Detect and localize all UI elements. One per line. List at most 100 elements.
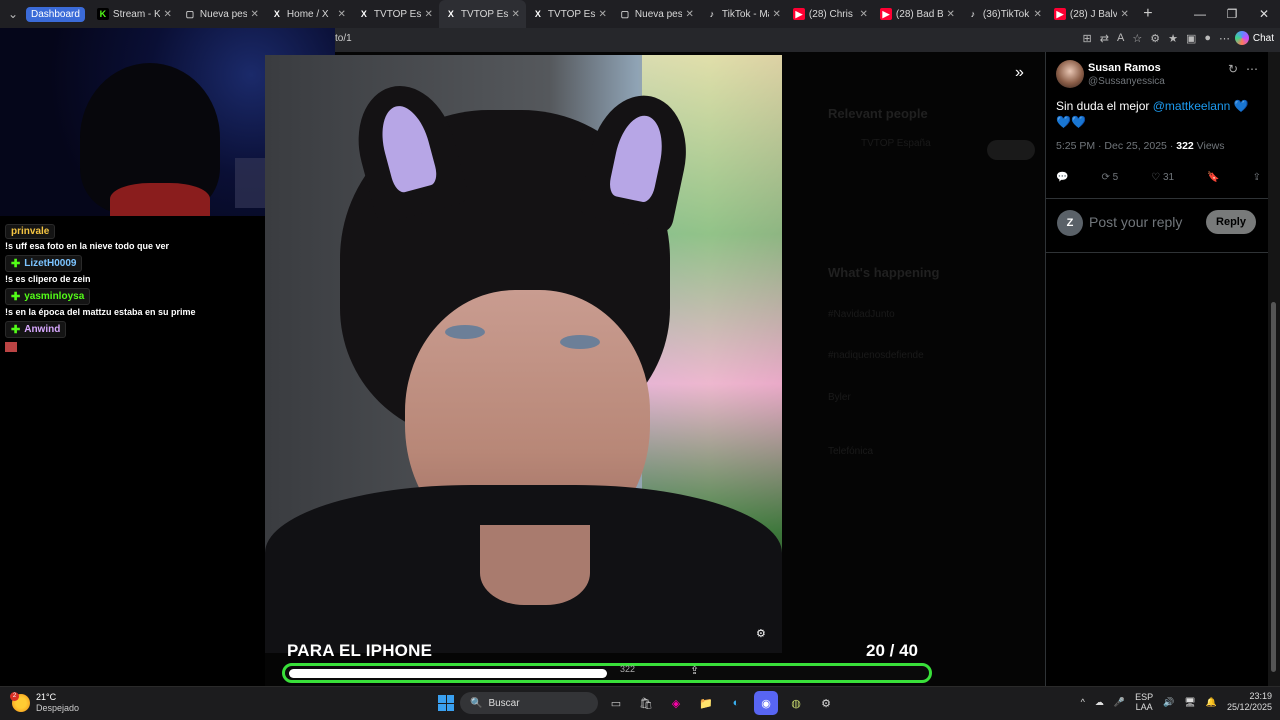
video-overlay-title: PARA EL IPHONE [287, 641, 433, 660]
weather-widget[interactable]: 2 21°C Despejado [10, 692, 79, 714]
browser-tab[interactable]: ▢ Nueva pestañ ✕ [178, 0, 265, 28]
tab-title: (28) Chris [808, 8, 853, 20]
mic-icon[interactable]: 🎤 [1114, 697, 1125, 708]
chat-username-badge[interactable]: prinvale [5, 224, 56, 239]
translate-icon[interactable]: ⇄ [1100, 32, 1109, 45]
onedrive-icon[interactable]: ☁ [1095, 697, 1104, 708]
post-timestamp[interactable]: 5:25 PM · Dec 25, 2025 · [1056, 140, 1176, 152]
tab-title: (28) J Balvin, I [1069, 8, 1117, 20]
like-button[interactable]: ♡ 31 [1151, 172, 1174, 183]
minimize-icon[interactable]: — [1184, 0, 1216, 28]
bookmark-icon[interactable]: 🔖 [1207, 172, 1219, 183]
clock[interactable]: 23:19 25/12/2025 [1227, 691, 1272, 713]
tab-close-icon[interactable]: ✕ [512, 9, 520, 20]
app-icon[interactable]: ◍ [784, 691, 808, 715]
chat-username-badge[interactable]: ✚ Anwind [5, 321, 67, 338]
chat-message: prinvale !s uff esa foto en la nieve todo… [5, 221, 265, 251]
steam-icon[interactable]: ⚙ [814, 691, 838, 715]
new-tab-button[interactable]: + [1135, 5, 1161, 23]
page-scrollbar[interactable] [1268, 52, 1280, 686]
video-player[interactable]: ⚙ [265, 55, 782, 653]
restore-icon[interactable]: ❐ [1216, 0, 1248, 28]
video-settings-icon[interactable]: ⚙ [756, 627, 770, 641]
browser-tab[interactable]: ▶ (28) Chris ✕ [787, 0, 874, 28]
discord-icon[interactable]: ◉ [754, 691, 778, 715]
store-icon[interactable]: 🛍 [634, 691, 658, 715]
tray-overflow-icon[interactable]: ^ [1081, 697, 1085, 707]
chat-username-badge[interactable]: ✚ LizetH0009 [5, 255, 83, 272]
browser-tab[interactable]: ♪ TikTok - Make ✕ [700, 0, 787, 28]
tab-close-icon[interactable]: ✕ [860, 9, 868, 20]
browser-tab[interactable]: KStream - Kick ✕ [91, 0, 178, 28]
expand-chevron-icon[interactable]: » [1015, 64, 1024, 82]
tab-close-icon[interactable]: ✕ [425, 9, 433, 20]
browser-tab[interactable]: X TVTOP Españ ✕ [352, 0, 439, 28]
browser-tab[interactable]: ▶(28) J Balvin, I ✕ [1048, 0, 1135, 28]
share-post-icon[interactable]: ⇪ [1253, 172, 1261, 183]
temperature: 21°C [36, 692, 57, 702]
video-progress-bar[interactable]: 322 ⇪ [282, 663, 932, 683]
lang-bottom: LAA [1135, 702, 1153, 712]
chat-label: Chat [1252, 32, 1274, 44]
browser-tab[interactable]: X Home / X ✕ [265, 0, 352, 28]
edge-icon[interactable]: ◐ [724, 691, 748, 715]
tab-close-icon[interactable]: ✕ [338, 9, 346, 20]
tab-title: (28) Bad Bunn [895, 8, 943, 20]
favorite-star-icon[interactable]: ☆ [1132, 32, 1142, 45]
grok-icon[interactable]: ↻ [1228, 62, 1238, 76]
tab-group-dashboard[interactable]: Dashboard [26, 6, 85, 22]
author-avatar[interactable] [1056, 60, 1084, 88]
notifications-icon[interactable]: 🔔 [1206, 697, 1217, 708]
browser-tab[interactable]: X TVTOP Españ ✕ [526, 0, 613, 28]
network-icon[interactable]: 🖥 [1184, 697, 1195, 708]
author-name[interactable]: Susan Ramos [1088, 62, 1161, 74]
chat-username-badge[interactable]: ✚ yasminloysa [5, 288, 91, 305]
weather-badge: 2 [10, 692, 19, 701]
browser-tab[interactable]: ♪ (36)TikTok - M ✕ [961, 0, 1048, 28]
tab-close-icon[interactable]: ✕ [686, 9, 694, 20]
read-aloud-icon[interactable]: A [1117, 32, 1124, 45]
tab-list-chevron-icon[interactable]: ⌄ [0, 0, 26, 28]
apps-icon[interactable]: ⊞ [1083, 32, 1092, 45]
browser-tab[interactable]: ▢ Nueva pestañ ✕ [613, 0, 700, 28]
windows-start-icon[interactable] [438, 695, 454, 711]
subscriber-badge-icon: ✚ [11, 291, 21, 303]
taskbar-search[interactable]: 🔍 Buscar [460, 692, 598, 714]
reply-input[interactable]: Post your reply [1089, 214, 1182, 230]
browser-tab[interactable]: X TVTOP Españ ✕ [438, 0, 526, 28]
tab-close-icon[interactable]: ✕ [599, 9, 607, 20]
post-mention-link[interactable]: @mattkeelann [1153, 99, 1231, 113]
retweet-button[interactable]: ⟳ 5 [1101, 172, 1118, 183]
webcam-shirt [110, 183, 210, 216]
extensions-icon[interactable]: ⚙ [1150, 32, 1160, 45]
profile-avatar-icon[interactable]: ● [1204, 32, 1211, 45]
trend-item: #NavidadJunto [828, 309, 895, 320]
reply-icon[interactable]: 💬 [1056, 172, 1068, 183]
scrollbar-thumb[interactable] [1271, 302, 1276, 672]
share-icon[interactable]: ⇪ [690, 664, 699, 677]
tab-close-icon[interactable]: ✕ [164, 9, 172, 20]
file-explorer-icon[interactable]: 📁 [694, 691, 718, 715]
tab-close-icon[interactable]: ✕ [1034, 9, 1042, 20]
copilot-taskbar-icon[interactable]: ◈ [664, 691, 688, 715]
more-menu-icon[interactable]: ⋯ [1219, 32, 1230, 45]
tab-favicon-icon: ▶ [1053, 8, 1066, 20]
volume-icon[interactable]: 🔊 [1163, 697, 1174, 708]
tab-close-icon[interactable]: ✕ [1121, 9, 1129, 20]
more-options-icon[interactable]: ⋯ [1246, 62, 1258, 76]
language-indicator[interactable]: ESP LAA [1135, 692, 1153, 712]
tab-title: TVTOP Españ [460, 8, 508, 20]
url-text[interactable]: to/1 [335, 33, 352, 44]
copilot-chat-button[interactable]: Chat [1234, 31, 1274, 45]
collections-icon[interactable]: ▣ [1186, 32, 1196, 45]
tab-close-icon[interactable]: ✕ [947, 9, 955, 20]
task-view-icon[interactable]: ▭ [604, 691, 628, 715]
divider [1046, 198, 1269, 199]
close-window-icon[interactable]: ✕ [1248, 0, 1280, 28]
tab-close-icon[interactable]: ✕ [773, 9, 781, 20]
favorites-icon[interactable]: ★ [1168, 32, 1178, 45]
browser-tab[interactable]: ▶(28) Bad Bunn ✕ [874, 0, 961, 28]
reply-button[interactable]: Reply [1206, 210, 1256, 234]
author-handle[interactable]: @Sussanyessica [1088, 76, 1165, 87]
tab-close-icon[interactable]: ✕ [251, 9, 259, 20]
